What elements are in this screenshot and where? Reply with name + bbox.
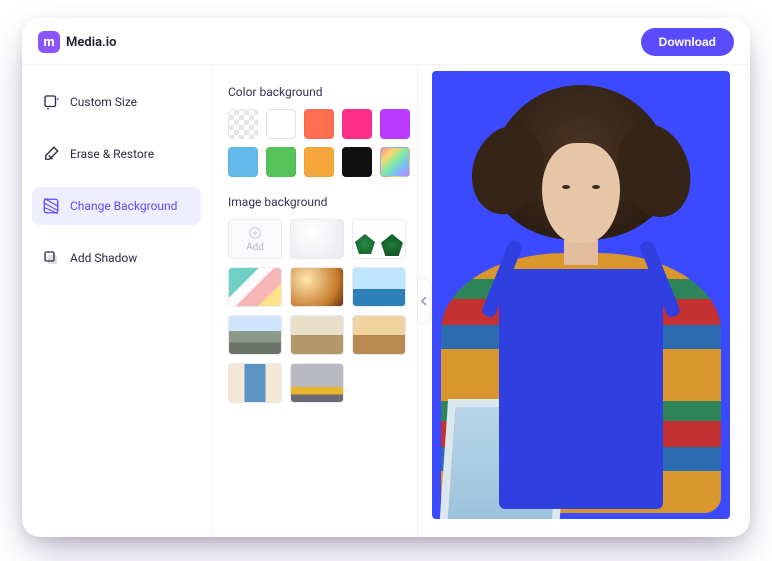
color-swatch-purple[interactable] <box>380 109 410 139</box>
main: Custom Size Erase & Restore Change Backg… <box>22 65 750 537</box>
sidebar-item-custom-size[interactable]: Custom Size <box>32 83 201 121</box>
brand-glyph: m <box>43 35 54 50</box>
color-swatch-black[interactable] <box>342 147 372 177</box>
sidebar-item-label: Change Background <box>70 199 177 213</box>
preview-subject <box>432 71 730 519</box>
brand: m Media.io <box>38 31 116 53</box>
preview-canvas[interactable] <box>432 71 730 519</box>
color-swatch-white[interactable] <box>266 109 296 139</box>
color-swatch-sky-blue[interactable] <box>228 147 258 177</box>
image-bg-add-label: Add <box>246 242 264 253</box>
image-bg-studio-white[interactable] <box>290 219 344 259</box>
image-bg-nyc-taxis[interactable] <box>290 363 344 403</box>
app-window: m Media.io Download Custom Size Erase & … <box>22 18 750 537</box>
preview-area <box>418 65 750 537</box>
sidebar: Custom Size Erase & Restore Change Backg… <box>22 65 212 537</box>
sidebar-item-add-shadow[interactable]: Add Shadow <box>32 239 201 277</box>
eraser-icon <box>42 145 60 163</box>
plus-icon <box>248 226 262 240</box>
image-bg-add[interactable]: Add <box>228 219 282 259</box>
crop-icon <box>42 93 60 111</box>
brand-name: Media.io <box>66 35 116 50</box>
color-swatch-gradient[interactable] <box>380 147 410 177</box>
image-bg-pastel-diagonals[interactable] <box>228 267 282 307</box>
sidebar-item-change-background[interactable]: Change Background <box>32 187 201 225</box>
background-icon <box>42 197 60 215</box>
color-swatch-coral[interactable] <box>304 109 334 139</box>
color-section-title: Color background <box>228 85 403 99</box>
image-bg-sunlit-alley[interactable] <box>352 315 406 355</box>
image-bg-bokeh-gold[interactable] <box>290 267 344 307</box>
image-section-title: Image background <box>228 195 403 209</box>
brand-logo-icon: m <box>38 31 60 53</box>
sidebar-item-label: Custom Size <box>70 95 137 109</box>
color-swatch-grid <box>226 109 403 177</box>
chevron-left-icon <box>420 296 428 306</box>
sidebar-item-label: Erase & Restore <box>70 147 154 161</box>
shadow-icon <box>42 249 60 267</box>
color-swatch-transparent[interactable] <box>228 109 258 139</box>
image-bg-monstera[interactable] <box>352 219 406 259</box>
download-button[interactable]: Download <box>641 28 734 56</box>
image-bg-old-town[interactable] <box>290 315 344 355</box>
options-panel: Color background Image background Add <box>212 65 418 537</box>
color-swatch-orange[interactable] <box>304 147 334 177</box>
panel-collapse-handle[interactable] <box>417 278 431 324</box>
image-bg-mountain-road[interactable] <box>228 315 282 355</box>
color-swatch-green[interactable] <box>266 147 296 177</box>
sidebar-item-erase-restore[interactable]: Erase & Restore <box>32 135 201 173</box>
image-bg-ocean[interactable] <box>352 267 406 307</box>
header: m Media.io Download <box>22 18 750 65</box>
sidebar-item-label: Add Shadow <box>70 251 137 265</box>
image-bg-blue-door[interactable] <box>228 363 282 403</box>
image-background-grid: Add <box>226 219 403 403</box>
color-swatch-magenta[interactable] <box>342 109 372 139</box>
